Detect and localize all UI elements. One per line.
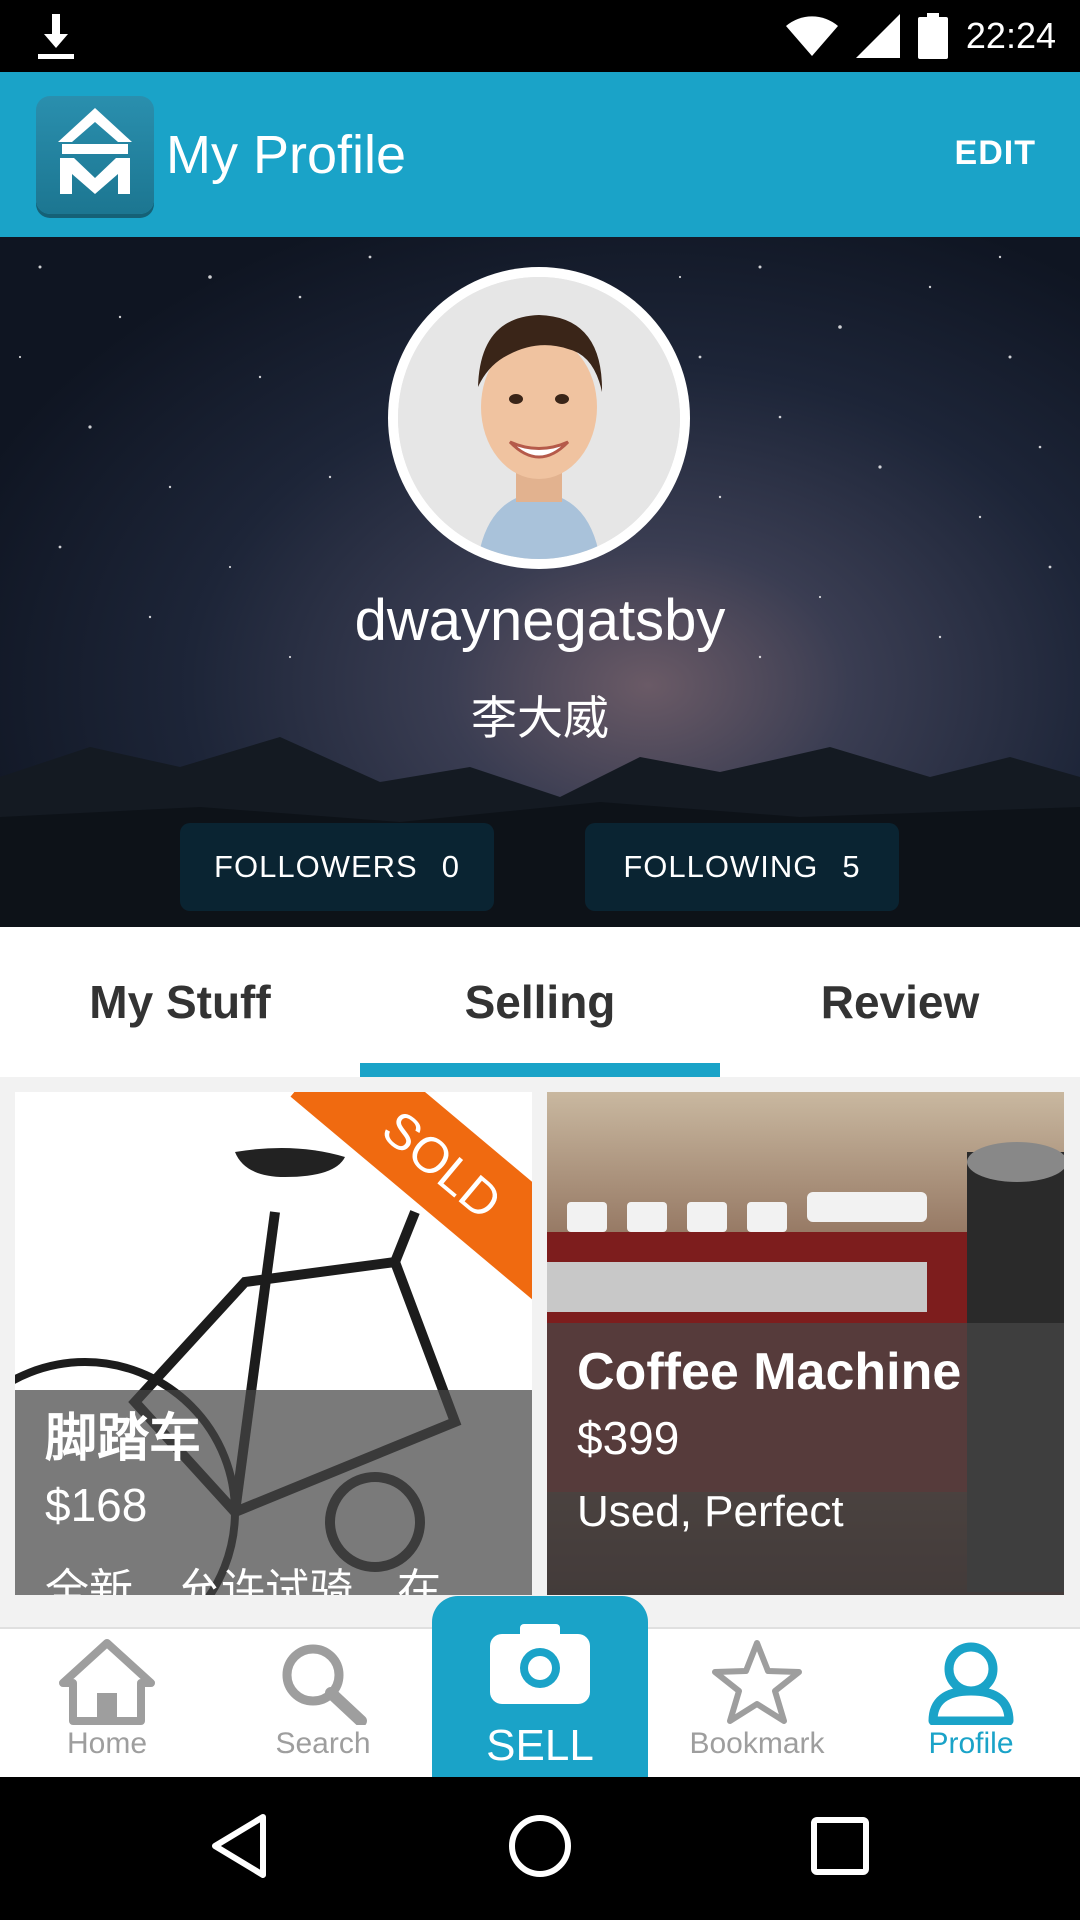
sell-label: SELL — [486, 1721, 594, 1770]
nav-bookmark-label: Bookmark — [689, 1727, 825, 1760]
profile-tabs: My Stuff Selling Review — [0, 927, 1080, 1077]
page-title: My Profile — [166, 125, 407, 185]
following-label: FOLLOWING — [623, 849, 819, 884]
listing-info: Coffee Machine $399 Used, Perfect — [547, 1323, 1064, 1595]
star-icon — [712, 1640, 802, 1724]
battery-icon — [917, 13, 948, 59]
recents-icon[interactable] — [805, 1811, 875, 1881]
sell-button[interactable]: SELL — [432, 1596, 648, 1777]
person-icon — [928, 1642, 1014, 1725]
listing-description: Used, Perfect — [577, 1487, 844, 1536]
following-button[interactable]: FOLLOWING 5 — [585, 823, 899, 911]
wifi-icon — [785, 16, 838, 56]
edit-button[interactable]: EDIT — [955, 134, 1036, 173]
profile-header: dwaynegatsby 李大威 FOLLOWERS 0 FOLLOWING 5 — [0, 237, 1080, 927]
avatar[interactable] — [388, 267, 690, 569]
home-circle-icon[interactable] — [505, 1811, 575, 1881]
signal-icon — [855, 14, 900, 58]
real-name: 李大威 — [471, 691, 609, 745]
followers-button[interactable]: FOLLOWERS 0 — [180, 823, 494, 911]
listing-title: 脚踏车 — [45, 1409, 202, 1469]
nav-home-label: Home — [66, 1727, 148, 1760]
back-icon[interactable] — [205, 1811, 275, 1881]
tab-review[interactable]: Review — [720, 927, 1080, 1077]
camera-icon — [490, 1624, 590, 1704]
nav-search[interactable]: Search — [228, 1639, 418, 1779]
avatar-photo — [398, 277, 680, 559]
tab-selling[interactable]: Selling — [360, 927, 720, 1077]
listing-card-coffee-machine[interactable]: Coffee Machine $399 Used, Perfect — [547, 1092, 1064, 1595]
nav-bookmark[interactable]: Bookmark — [662, 1639, 852, 1779]
status-time: 22:24 — [965, 15, 1056, 56]
screen: 22:24 My Profile EDIT dwaynegatsby 李大威 F… — [0, 0, 1080, 1920]
listing-description: 全新，允许试骑，在 — [45, 1565, 441, 1595]
nav-search-label: Search — [275, 1727, 371, 1760]
app-logo — [36, 96, 154, 214]
followers-label: FOLLOWERS — [214, 849, 418, 884]
listing-price: $399 — [577, 1412, 680, 1464]
nav-profile[interactable]: Profile — [876, 1639, 1066, 1779]
nav-home[interactable]: Home — [12, 1639, 202, 1779]
download-icon — [38, 14, 74, 59]
listing-price: $168 — [45, 1479, 148, 1531]
followers-count: 0 — [441, 849, 460, 884]
following-count: 5 — [842, 849, 861, 884]
username: dwaynegatsby — [354, 588, 726, 653]
listing-title: Coffee Machine — [577, 1343, 962, 1401]
listing-info: 脚踏车 $168 全新，允许试骑，在 — [15, 1390, 532, 1595]
tab-my-stuff[interactable]: My Stuff — [0, 927, 360, 1077]
status-bar: 22:24 — [0, 0, 1080, 72]
system-nav-bar — [0, 1777, 1080, 1920]
search-icon — [282, 1644, 367, 1725]
home-icon — [59, 1639, 155, 1725]
app-bar: My Profile EDIT — [0, 72, 1080, 237]
listings-grid: SOLD 脚踏车 $168 全新，允许试骑，在 Coffee Machine $… — [0, 1077, 1080, 1597]
listing-card-bicycle[interactable]: SOLD 脚踏车 $168 全新，允许试骑，在 — [15, 1092, 532, 1595]
nav-profile-label: Profile — [928, 1727, 1014, 1760]
